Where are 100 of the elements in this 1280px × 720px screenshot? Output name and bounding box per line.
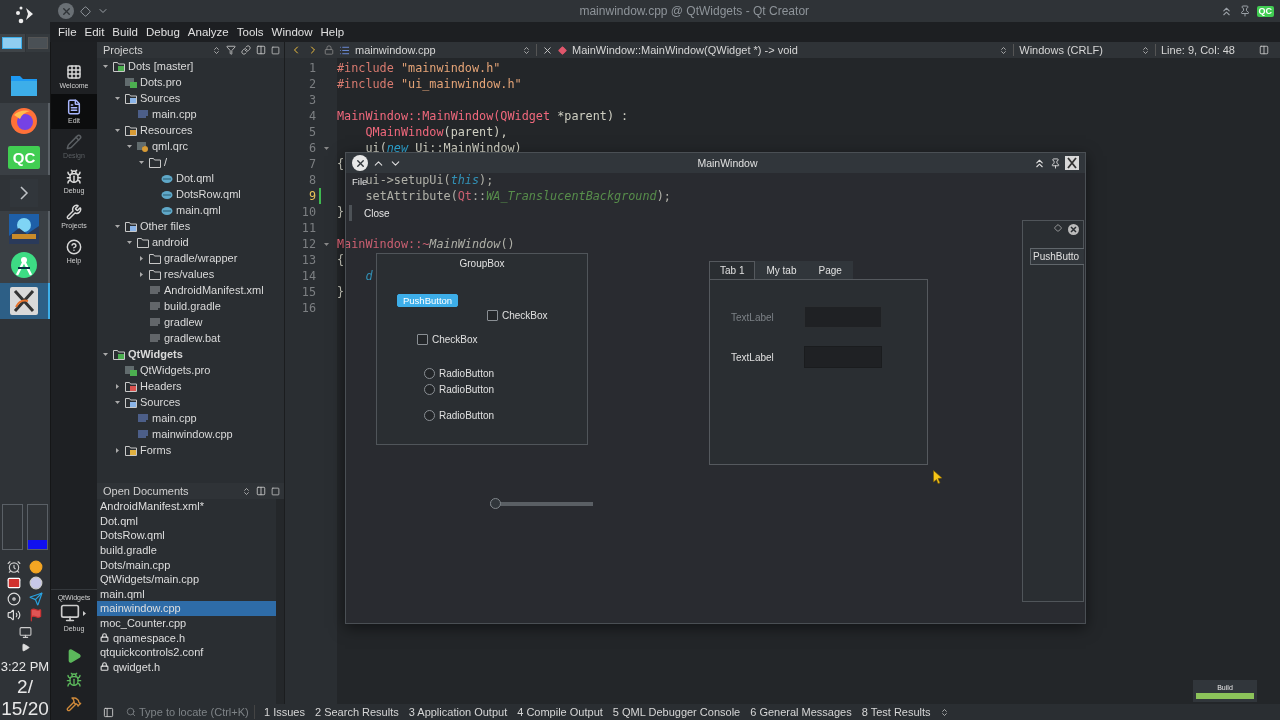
document-item[interactable]: main.qml bbox=[97, 586, 276, 602]
menu-item[interactable]: Edit bbox=[80, 24, 109, 40]
tree-item[interactable]: android bbox=[152, 236, 189, 248]
circle-icon[interactable] bbox=[29, 576, 43, 590]
close-icon[interactable] bbox=[1068, 224, 1079, 235]
line-ending-combo[interactable]: Windows (CRLF) bbox=[1019, 44, 1103, 56]
checkbox[interactable] bbox=[417, 334, 428, 345]
close-pane-icon[interactable] bbox=[271, 486, 280, 496]
debug-run-icon[interactable] bbox=[66, 672, 82, 688]
tree-item[interactable]: qml.qrc bbox=[152, 140, 189, 152]
document-item[interactable]: mainwindow.cpp bbox=[97, 601, 276, 616]
browser-icon[interactable] bbox=[10, 107, 38, 135]
alarm-icon[interactable] bbox=[7, 560, 21, 574]
menu-item[interactable]: Analyze bbox=[183, 24, 233, 40]
output-pane-tab[interactable]: 2 Search Results bbox=[313, 706, 400, 718]
slider-handle[interactable] bbox=[490, 498, 501, 509]
radio-button[interactable] bbox=[424, 368, 435, 379]
hammer-icon[interactable] bbox=[66, 696, 82, 712]
desktop-pager[interactable] bbox=[0, 34, 25, 52]
tree-item[interactable]: Sources bbox=[140, 396, 181, 408]
float-icon[interactable] bbox=[1054, 224, 1062, 232]
tree-item[interactable]: main.cpp bbox=[152, 412, 197, 424]
document-item[interactable]: QtWidgets/main.cpp bbox=[97, 571, 276, 587]
disc-icon[interactable] bbox=[7, 592, 21, 606]
tree-item[interactable]: Other files bbox=[140, 220, 191, 232]
cursor-position[interactable]: Line: 9, Col: 48 bbox=[1161, 44, 1235, 56]
document-item[interactable]: qtquickcontrols2.conf bbox=[97, 644, 276, 660]
updown-icon[interactable] bbox=[242, 486, 251, 496]
tree-item[interactable]: Dots [master] bbox=[128, 60, 194, 72]
caret-icon[interactable] bbox=[102, 62, 109, 70]
document-item[interactable]: build.gradle bbox=[97, 542, 276, 558]
pin-icon[interactable] bbox=[1238, 5, 1251, 17]
tree-item[interactable]: gradlew.bat bbox=[164, 332, 221, 344]
tree-item[interactable]: gradlew bbox=[164, 316, 203, 328]
document-item[interactable]: Dots/main.cpp bbox=[97, 557, 276, 572]
menu-item[interactable]: Help bbox=[316, 24, 349, 40]
output-pane-tab[interactable]: 4 Compile Output bbox=[516, 706, 604, 718]
split-icon[interactable] bbox=[256, 486, 266, 496]
tree-item[interactable]: res/values bbox=[164, 268, 215, 280]
caret-icon[interactable] bbox=[81, 609, 88, 617]
tree-item[interactable]: main.qml bbox=[176, 204, 221, 216]
menu-item[interactable]: Build bbox=[108, 24, 142, 40]
symbol-combo[interactable]: MainWindow::MainWindow(QWidget *) -> void bbox=[572, 44, 798, 56]
tree-item[interactable]: AndroidManifest.xml bbox=[164, 284, 264, 296]
tree-item[interactable]: main.cpp bbox=[152, 108, 197, 120]
tree-item[interactable]: Sources bbox=[140, 92, 181, 104]
split-icon[interactable] bbox=[1259, 45, 1269, 55]
lock-icon[interactable] bbox=[324, 45, 334, 55]
caret-icon[interactable] bbox=[114, 94, 121, 102]
monitor-icon[interactable] bbox=[60, 603, 80, 623]
close-icon[interactable] bbox=[542, 44, 553, 56]
updown-icon[interactable] bbox=[1141, 45, 1150, 55]
menu-item[interactable]: Window bbox=[267, 24, 317, 40]
tree-item[interactable]: QtWidgets bbox=[128, 348, 183, 360]
fold-arrow-icon[interactable] bbox=[323, 240, 330, 248]
tab[interactable]: Page bbox=[807, 261, 853, 279]
run-icon[interactable] bbox=[66, 648, 82, 664]
locate-field[interactable]: Type to locate (Ctrl+K) bbox=[122, 705, 255, 719]
tree-item[interactable]: DotsRow.qml bbox=[176, 188, 241, 200]
updown-icon[interactable] bbox=[522, 45, 531, 55]
link-icon[interactable] bbox=[241, 45, 251, 55]
updown-icon[interactable] bbox=[999, 45, 1009, 55]
document-item[interactable]: qwidget.h bbox=[97, 659, 276, 675]
updown-icon[interactable] bbox=[939, 707, 949, 717]
caret-icon[interactable] bbox=[114, 446, 121, 454]
sidebar-toggle-icon[interactable] bbox=[103, 706, 114, 718]
output-pane-tab[interactable]: 1 Issues bbox=[263, 706, 306, 718]
tab[interactable]: Tab 1 bbox=[709, 261, 756, 279]
tree-item[interactable]: Dot.qml bbox=[176, 172, 214, 184]
task-item[interactable] bbox=[0, 247, 50, 283]
compass-icon[interactable] bbox=[10, 251, 38, 279]
document-item[interactable]: AndroidManifest.xml* bbox=[97, 499, 276, 514]
output-pane-tab[interactable]: 3 Application Output bbox=[407, 706, 509, 718]
push-button[interactable]: PushButto bbox=[1030, 248, 1084, 265]
menu-item[interactable]: Debug bbox=[141, 24, 184, 40]
expand-arrow-icon[interactable] bbox=[20, 643, 30, 652]
radio-button[interactable] bbox=[424, 384, 435, 395]
split-icon[interactable] bbox=[256, 45, 266, 55]
circle-icon[interactable] bbox=[29, 560, 43, 574]
menu-option[interactable]: Close bbox=[364, 207, 390, 219]
output-pane-tab[interactable]: 8 Test Results bbox=[860, 706, 932, 718]
task-item[interactable] bbox=[0, 103, 50, 139]
tree-item[interactable]: QtWidgets.pro bbox=[140, 364, 211, 376]
document-item[interactable]: qnamespace.h bbox=[97, 630, 276, 645]
tree-item[interactable]: / bbox=[164, 156, 168, 168]
task-item[interactable] bbox=[0, 211, 50, 247]
updown-icon[interactable] bbox=[212, 45, 221, 55]
caret-icon[interactable] bbox=[102, 350, 109, 358]
tab[interactable]: My tab bbox=[755, 261, 808, 279]
output-pane-tab[interactable]: 5 QML Debugger Console bbox=[611, 706, 742, 718]
checkbox[interactable] bbox=[487, 310, 498, 321]
filter-icon[interactable] bbox=[226, 45, 236, 55]
menu-item[interactable]: Tools bbox=[232, 24, 268, 40]
folder-icon[interactable] bbox=[10, 73, 38, 97]
tree-item[interactable]: gradle/wrapper bbox=[164, 252, 238, 264]
game-icon[interactable] bbox=[9, 214, 39, 244]
flag-icon[interactable] bbox=[29, 608, 43, 622]
tree-item[interactable]: Dots.pro bbox=[140, 76, 182, 88]
document-item[interactable]: DotsRow.qml bbox=[97, 528, 276, 543]
speaker-icon[interactable] bbox=[7, 608, 21, 622]
